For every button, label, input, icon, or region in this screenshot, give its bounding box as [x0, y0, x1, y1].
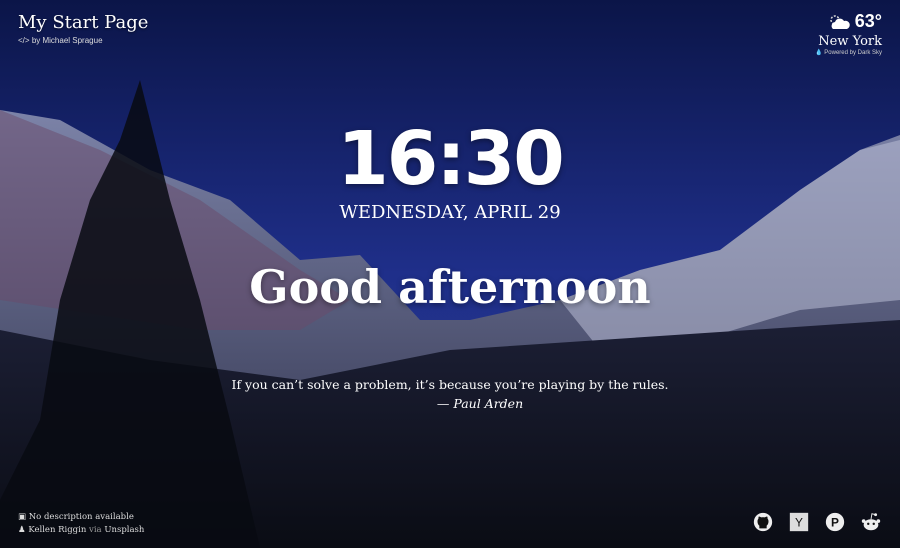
- github-link[interactable]: [752, 511, 774, 533]
- temperature: 63°: [854, 11, 882, 31]
- clock-time: 16:30: [337, 116, 565, 202]
- powered-by-text: Powered by Dark Sky: [824, 50, 882, 56]
- quick-links: Y P: [752, 511, 882, 533]
- hacker-news-icon: Y: [789, 512, 809, 532]
- header: My Start Page </> by Michael Sprague: [18, 12, 148, 45]
- via-text: via: [89, 525, 102, 535]
- clock-date: WEDNESDAY, APRIL 29: [339, 202, 561, 223]
- reddit-link[interactable]: [860, 511, 882, 533]
- unsplash-link[interactable]: Unsplash: [104, 525, 144, 535]
- github-icon: [753, 512, 773, 532]
- code-icon: </>: [18, 36, 30, 45]
- quote-text: If you can’t solve a problem, it’s becau…: [231, 377, 669, 392]
- svg-text:P: P: [831, 516, 839, 530]
- photo-description: No description available: [28, 512, 134, 522]
- image-icon: ▣: [18, 512, 27, 522]
- byline: by Michael Sprague: [31, 36, 103, 45]
- drop-icon: 💧: [815, 50, 823, 56]
- quote-author: — Paul Arden: [436, 396, 524, 411]
- reddit-icon: [861, 513, 881, 531]
- user-icon: ♟: [18, 525, 26, 535]
- author-credit[interactable]: </> by Michael Sprague: [18, 36, 148, 45]
- photographer-link[interactable]: Kellen Riggin: [28, 525, 86, 535]
- weather-widget[interactable]: 63° New York 💧 Powered by Dark Sky: [815, 11, 882, 56]
- product-hunt-link[interactable]: P: [824, 511, 846, 533]
- city: New York: [818, 34, 882, 49]
- hacker-news-link[interactable]: Y: [788, 511, 810, 533]
- greeting: Good afternoon: [249, 260, 651, 314]
- powered-by-link[interactable]: 💧 Powered by Dark Sky: [815, 49, 882, 56]
- partly-cloudy-day-icon: [830, 14, 850, 29]
- page-title: My Start Page: [18, 12, 149, 33]
- product-hunt-icon: P: [825, 512, 845, 532]
- svg-text:Y: Y: [795, 516, 803, 530]
- photo-credit: ▣ No description available ♟ Kellen Rigg…: [18, 511, 144, 537]
